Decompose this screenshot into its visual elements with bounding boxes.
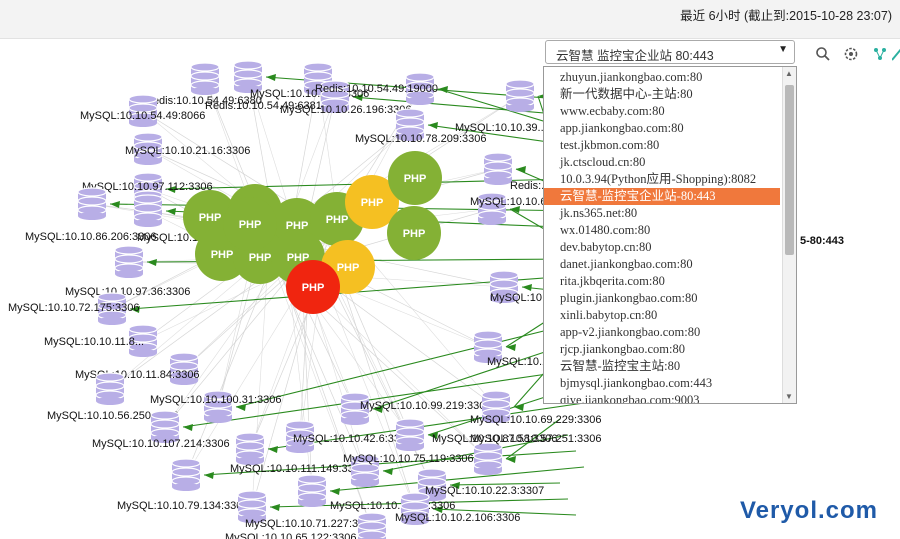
database-node[interactable]: MySQL:10.10.79.134:3306 [117,458,248,512]
php-node[interactable]: PHP [387,206,441,260]
site-option[interactable]: www.ecbaby.com:80 [544,103,780,120]
site-option[interactable]: dev.babytop.cn:80 [544,239,780,256]
php-label: PHP [403,228,426,240]
dropdown-scrollbar[interactable]: ▲ ▼ [782,67,796,403]
time-range-label[interactable]: 最近 6小时 (截止到:2015-10-28 23:07) [680,5,892,24]
expand-icon[interactable] [891,46,900,65]
php-label: PHP [404,173,427,185]
arrow-icon [204,472,214,479]
site-option[interactable]: rita.jkbqerita.com:80 [544,273,780,290]
site-option[interactable]: rjcp.jiankongbao.com:80 [544,341,780,358]
database-label: MySQL:10.10.107.214:3306 [92,438,230,450]
database-node[interactable]: MySQL:10.10.11.84:3306 [75,352,200,385]
site-option[interactable]: danet.jiankongbao.com:80 [544,256,780,273]
arrow-icon [268,446,278,453]
database-label: MySQL:10.10.75.119:3306 [343,453,474,465]
database-node[interactable]: MySQL:10.10.11.8... [44,324,158,357]
site-option[interactable]: zhuyun.jiankongbao.com:80 [544,69,780,86]
scrollbar-thumb[interactable] [785,85,794,255]
top-bar: 最近 6小时 (截止到:2015-10-28 23:07) [0,0,900,39]
arrow-icon [506,456,516,463]
focus-node-label: 5-80:443 [800,235,844,247]
database-label: MySQL:10.10.65.122:3306 [225,532,356,539]
site-option[interactable]: bjmysql.jiankongbao.com:443 [544,375,780,392]
search-icon[interactable] [815,46,831,65]
site-select-value: 云智慧 监控宝企业站 80:443 [556,49,714,63]
site-option[interactable]: 新一代数据中心-主站:80 [544,86,780,103]
php-label: PHP [326,214,349,226]
database-label: MySQL:10.10.99.219:3306 [360,400,491,412]
database-label: MySQL:10.10.21.16:3306 [125,145,250,157]
arrow-icon [266,74,276,81]
php-node[interactable]: PHP [286,260,340,314]
php-label: PHP [211,249,234,261]
database-label: MySQL:10.10.69.229:3306 [470,414,601,426]
database-label: MySQL:10.10.26.196:3306 [280,104,411,116]
arrow-icon [383,468,393,475]
watermark: Veryol.com [739,497,878,524]
database-node[interactable]: MySQL:10.10.2.106:3306 [395,492,520,525]
site-option[interactable]: qiye.jiankongbao.com:9003 [544,392,780,403]
database-label: MySQL:10.10.11.84:3306 [75,369,200,381]
site-option[interactable]: test.jkbmon.com:80 [544,137,780,154]
database-label: MySQL:10.10.2.106:3306 [395,512,520,524]
site-option[interactable]: app.jiankongbao.com:80 [544,120,780,137]
database-node[interactable]: MySQL:10.10.42.6:3306 [285,420,412,453]
scroll-down-icon[interactable]: ▼ [785,392,793,401]
database-label: MySQL:10.10.11.8... [44,336,144,348]
database-label: MySQL:10.10.79.134:3306 [117,500,248,512]
php-label: PHP [249,252,272,264]
arrow-icon [516,166,526,173]
database-label: Redis:10.10.54.49:19000 [315,83,438,95]
site-option[interactable]: jk.ns365.net:80 [544,205,780,222]
site-option[interactable]: app-v2.jiankongbao.com:80 [544,324,780,341]
arrow-icon [330,488,340,495]
database-label: MySQL:10.10.71.26:3306 [330,500,455,512]
arrow-icon [522,284,532,291]
database-label: MySQL:10.10.42.6:3306 [293,433,412,445]
database-label: MySQL:10.10.54.49:8066 [80,110,205,122]
chevron-down-icon[interactable]: ▼ [778,44,788,55]
arrow-icon [183,424,193,431]
arrow-icon [506,344,516,351]
site-option[interactable]: xinli.babytop.cn:80 [544,307,780,324]
database-label: MySQL:10.10.72.175:3306 [8,302,139,314]
php-label: PHP [337,262,360,274]
site-option[interactable]: 云智慧-监控宝主站:80 [544,358,780,375]
database-node[interactable]: Redis:... [483,152,550,192]
database-label: MySQL:10.10.22.3:3307 [425,485,544,497]
site-dropdown-list[interactable]: zhuyun.jiankongbao.com:80 新一代数据中心-主站:80 ww… [543,66,797,404]
php-node[interactable]: PHP [388,151,442,205]
site-select[interactable]: 云智慧 监控宝企业站 80:443 ▼ [545,40,795,64]
php-label: PHP [199,212,222,224]
scroll-up-icon[interactable]: ▲ [785,69,793,78]
arrow-icon [438,86,448,93]
database-node[interactable]: MySQL:10.10.97.36:3306 [65,245,190,298]
site-options: zhuyun.jiankongbao.com:80 新一代数据中心-主站:80 ww… [544,69,782,403]
database-label: MySQL:10.10.97.36:3306 [65,286,190,298]
php-label: PHP [302,282,325,294]
site-option[interactable]: 10.0.3.94(Python应用-Shopping):8082 [544,171,780,188]
php-label: PHP [239,219,262,231]
database-node[interactable]: MySQL:10.10.75.119:3306 [343,453,474,487]
database-label: MySQL:10.10.78.209:3306 [355,133,486,145]
arrow-icon [147,259,157,266]
arrow-icon [270,504,280,511]
database-label: MySQL:10.10.57.251:3306 [470,433,601,445]
gear-icon[interactable] [843,46,859,65]
share-icon[interactable] [872,46,888,65]
database-label: MySQL:10.10.39... [455,122,547,134]
php-label: PHP [361,197,384,209]
site-option[interactable]: jk.ctscloud.cn:80 [544,154,780,171]
site-option[interactable]: 云智慧-监控宝企业站-80:443 [544,188,780,205]
php-node[interactable]: PHP [223,197,277,251]
php-nodes: PHPPHPPHPPHPPHPPHPPHPPHPPHPPHPPHPPHPPHP [183,151,442,314]
database-label: MySQL:10.10.100.31:3306 [150,394,281,406]
database-label: MySQL:10.10.71.227:3306 [245,518,376,530]
site-option[interactable]: wx.01480.com:80 [544,222,780,239]
database-node[interactable]: MySQL:10.10.21.16:3306 [125,132,250,165]
arrow-icon [428,122,438,129]
site-option[interactable]: plugin.jiankongbao.com:80 [544,290,780,307]
